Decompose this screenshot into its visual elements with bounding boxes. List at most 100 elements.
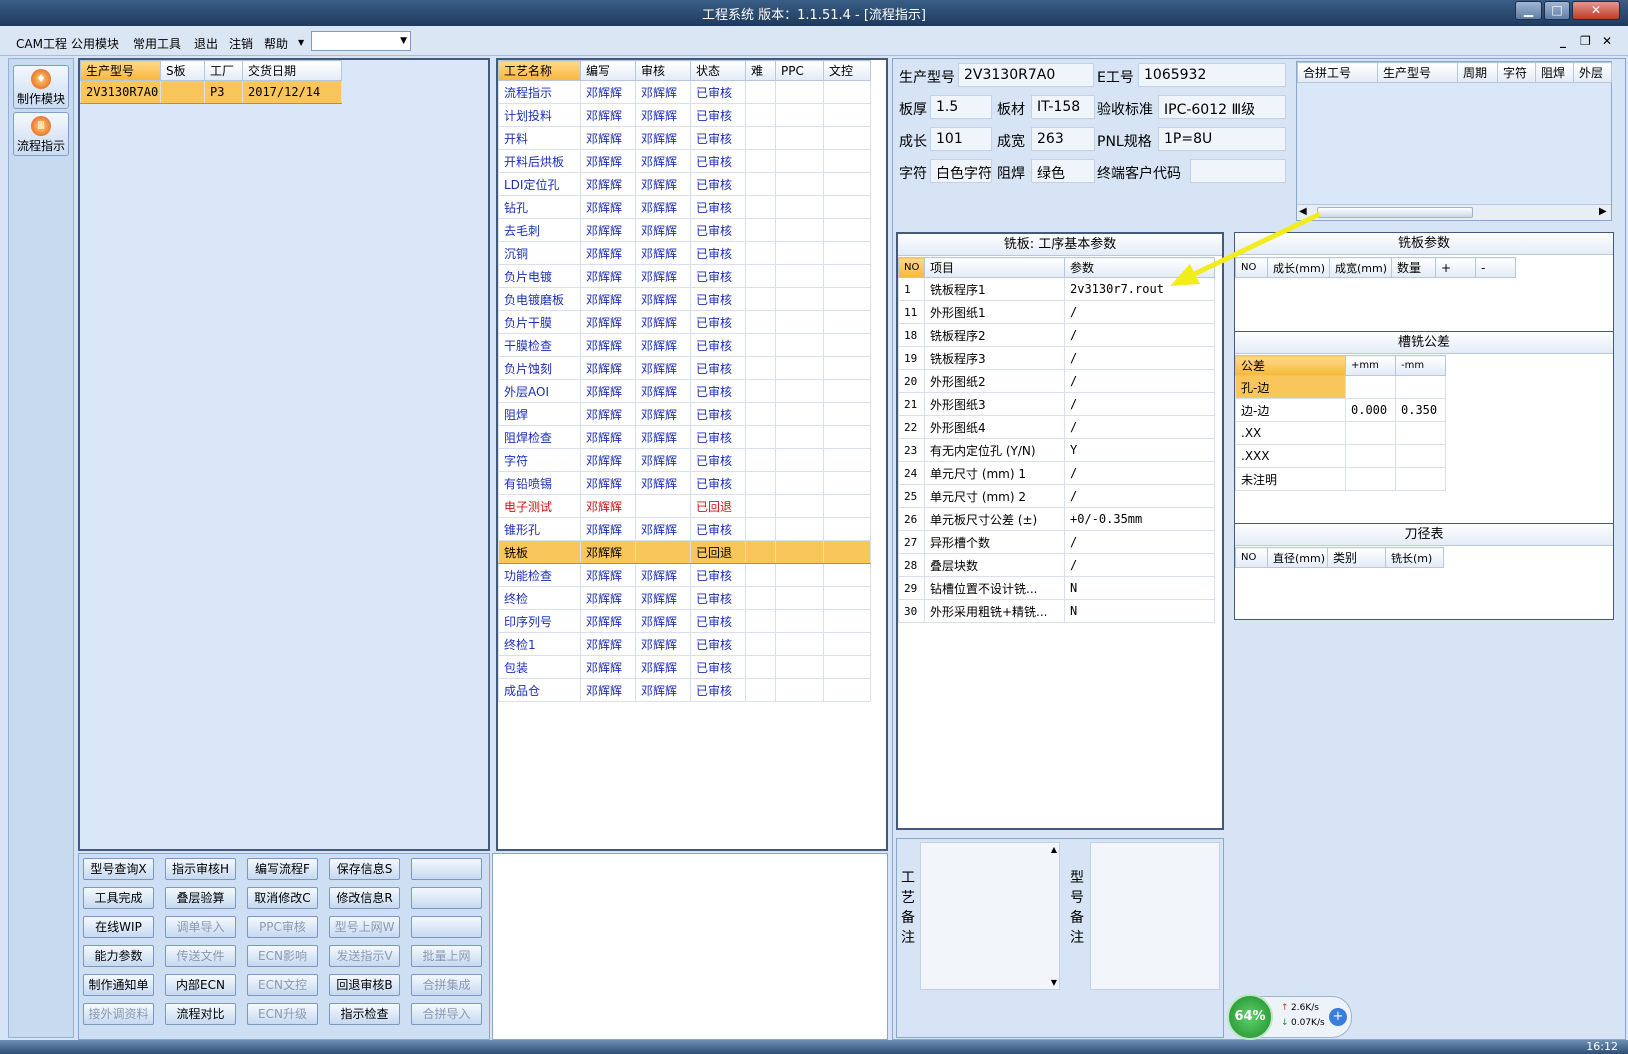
table-row[interactable]: 阻焊 邓辉辉 邓辉辉 已审核 bbox=[498, 402, 871, 426]
action-button[interactable]: 回退审核B bbox=[329, 974, 400, 996]
table-row[interactable]: 计划投料 邓辉辉 邓辉辉 已审核 bbox=[498, 103, 871, 127]
merge-header-model[interactable]: 生产型号 bbox=[1377, 62, 1458, 83]
table-row[interactable]: 23 有无内定位孔 (Y/N) Y bbox=[898, 438, 1215, 462]
table-row[interactable]: 24 单元尺寸 (mm) 1/ bbox=[898, 461, 1215, 485]
process-header-status[interactable]: 状态 bbox=[690, 60, 746, 81]
process-header-author[interactable]: 编写 bbox=[580, 60, 636, 81]
menu-cam[interactable]: CAM工程 bbox=[16, 35, 67, 52]
pnl-field[interactable]: 1P=8U bbox=[1158, 127, 1286, 151]
action-button[interactable]: 指示审核H bbox=[165, 858, 236, 880]
action-button[interactable]: 指示检查 bbox=[329, 1003, 400, 1025]
order-header-date[interactable]: 交货日期 bbox=[242, 60, 342, 81]
table-row[interactable]: 21 外形图纸3/ bbox=[898, 392, 1215, 416]
flow-guide-button[interactable]: Ⅲ 流程指示 bbox=[13, 112, 69, 156]
mill-header-width[interactable]: 成宽(mm) bbox=[1329, 257, 1392, 278]
action-button[interactable]: 叠层验算 bbox=[165, 887, 236, 909]
table-row[interactable]: 18 铣板程序2/ bbox=[898, 323, 1215, 347]
customer-field[interactable] bbox=[1190, 159, 1286, 183]
table-row[interactable]: 成品仓 邓辉辉 邓辉辉 已审核 bbox=[498, 678, 871, 702]
char-field[interactable]: 白色字符 bbox=[930, 159, 992, 183]
table-row[interactable]: LDI定位孔 邓辉辉 邓辉辉 已审核 bbox=[498, 172, 871, 196]
action-button[interactable]: 流程对比 bbox=[165, 1003, 236, 1025]
table-row[interactable]: 印序列号 邓辉辉 邓辉辉 已审核 bbox=[498, 609, 871, 633]
network-speed-widget[interactable]: 64% ↑ 2.6K/s ↓ 0.07K/s + bbox=[1227, 994, 1352, 1040]
mdi-close-icon[interactable]: ✕ bbox=[1602, 34, 1612, 48]
menu-logout[interactable]: 注销 bbox=[229, 35, 253, 52]
action-button[interactable]: 型号上网W bbox=[329, 916, 400, 938]
table-row[interactable]: 功能检查 邓辉辉 邓辉辉 已审核 bbox=[498, 563, 871, 587]
table-row[interactable]: 2V3130R7A0 P3 2017/12/14 bbox=[80, 80, 342, 104]
table-row[interactable]: .XXX bbox=[1235, 444, 1446, 468]
order-header-factory[interactable]: 工厂 bbox=[204, 60, 243, 81]
action-button[interactable]: ECN升级 bbox=[247, 1003, 318, 1025]
action-button[interactable]: ECN文控 bbox=[247, 974, 318, 996]
slot-header-tol[interactable]: 公差 bbox=[1235, 355, 1346, 376]
process-header-ppc[interactable]: PPC bbox=[775, 60, 824, 81]
table-row[interactable]: 未注明 bbox=[1235, 467, 1446, 491]
thickness-field[interactable]: 1.5 bbox=[930, 95, 992, 119]
model-field[interactable]: 2V3130R7A0 bbox=[958, 63, 1094, 87]
table-row[interactable]: .XX bbox=[1235, 421, 1446, 445]
table-row[interactable]: 负片干膜 邓辉辉 邓辉辉 已审核 bbox=[498, 310, 871, 334]
mdi-restore-icon[interactable]: ❐ bbox=[1580, 34, 1591, 48]
action-button[interactable] bbox=[411, 887, 482, 909]
table-row[interactable]: 20 外形图纸2/ bbox=[898, 369, 1215, 393]
mill-header-qty[interactable]: 数量 bbox=[1391, 257, 1436, 278]
merge-header-period[interactable]: 周期 bbox=[1457, 62, 1498, 83]
action-button[interactable]: 批量上网 bbox=[411, 945, 482, 967]
maximize-button[interactable]: □ bbox=[1544, 1, 1570, 20]
process-header-difficulty[interactable]: 难 bbox=[745, 60, 776, 81]
process-header-name[interactable]: 工艺名称 bbox=[498, 60, 581, 81]
order-header-model[interactable]: 生产型号 bbox=[80, 60, 161, 81]
table-row[interactable]: 流程指示 邓辉辉 邓辉辉 已审核 bbox=[498, 80, 871, 104]
action-button[interactable] bbox=[411, 858, 482, 880]
menu-combo-box[interactable]: ▼ bbox=[311, 31, 411, 51]
model-note-textarea[interactable] bbox=[1090, 842, 1220, 990]
action-button[interactable]: 工具完成 bbox=[83, 887, 154, 909]
action-button[interactable]: 制作通知单 bbox=[83, 974, 154, 996]
minimize-button[interactable]: ▁ bbox=[1515, 1, 1542, 20]
table-row[interactable]: 29 钻槽位置不设计铣... N bbox=[898, 576, 1215, 600]
horizontal-scrollbar[interactable]: ◀ ▶ bbox=[1297, 204, 1611, 220]
table-row[interactable]: 开料后烘板 邓辉辉 邓辉辉 已审核 bbox=[498, 149, 871, 173]
table-row[interactable]: 25 单元尺寸 (mm) 2/ bbox=[898, 484, 1215, 508]
action-button[interactable]: 合拼集成 bbox=[411, 974, 482, 996]
eno-field[interactable]: 1065932 bbox=[1138, 63, 1286, 87]
tool-header-type[interactable]: 类别 bbox=[1327, 547, 1386, 568]
menu-help[interactable]: 帮助 bbox=[264, 35, 288, 52]
table-row[interactable]: 阻焊检查 邓辉辉 邓辉辉 已审核 bbox=[498, 425, 871, 449]
table-row[interactable]: 沉铜 邓辉辉 邓辉辉 已审核 bbox=[498, 241, 871, 265]
table-row[interactable]: 开料 邓辉辉 邓辉辉 已审核 bbox=[498, 126, 871, 150]
action-button[interactable]: 内部ECN bbox=[165, 974, 236, 996]
table-row[interactable]: 钻孔 邓辉辉 邓辉辉 已审核 bbox=[498, 195, 871, 219]
table-row[interactable]: 外层AOI 邓辉辉 邓辉辉 已审核 bbox=[498, 379, 871, 403]
table-row[interactable]: 30 外形采用粗铣+精铣... N bbox=[898, 599, 1215, 623]
table-row[interactable]: 负电镀磨板 邓辉辉 邓辉辉 已审核 bbox=[498, 287, 871, 311]
action-button[interactable]: PPC审核 bbox=[247, 916, 318, 938]
scroll-down-icon[interactable]: ▼ bbox=[1051, 978, 1057, 987]
action-button[interactable] bbox=[411, 916, 482, 938]
scroll-up-icon[interactable]: ▲ bbox=[1051, 845, 1057, 854]
standard-field[interactable]: IPC-6012 Ⅲ级 bbox=[1158, 95, 1286, 119]
tool-header-mill-length[interactable]: 铣长(m) bbox=[1385, 547, 1444, 568]
scrollbar-thumb[interactable] bbox=[1317, 207, 1473, 218]
action-button[interactable]: 型号查询X bbox=[83, 858, 154, 880]
table-row[interactable]: 22 外形图纸4/ bbox=[898, 415, 1215, 439]
material-field[interactable]: IT-158 bbox=[1031, 95, 1095, 119]
action-button[interactable]: 保存信息S bbox=[329, 858, 400, 880]
action-button[interactable]: 合拼导入 bbox=[411, 1003, 482, 1025]
table-row[interactable]: 锥形孔 邓辉辉 邓辉辉 已审核 bbox=[498, 517, 871, 541]
mdi-minimize-icon[interactable]: _ bbox=[1560, 34, 1566, 48]
table-row[interactable]: 字符 邓辉辉 邓辉辉 已审核 bbox=[498, 448, 871, 472]
params-header-no[interactable]: NO bbox=[898, 257, 925, 278]
width-field[interactable]: 263 bbox=[1031, 127, 1095, 151]
merge-header-char[interactable]: 字符 bbox=[1497, 62, 1536, 83]
plus-icon[interactable]: + bbox=[1329, 1008, 1347, 1026]
action-button[interactable]: 取消修改C bbox=[247, 887, 318, 909]
menu-common-tools[interactable]: 常用工具 bbox=[133, 35, 181, 52]
table-row[interactable]: 包装 邓辉辉 邓辉辉 已审核 bbox=[498, 655, 871, 679]
process-header-reviewer[interactable]: 审核 bbox=[635, 60, 691, 81]
table-row[interactable]: 负片蚀刻 邓辉辉 邓辉辉 已审核 bbox=[498, 356, 871, 380]
table-row[interactable]: 26 单元板尺寸公差 (±) +0/-0.35mm bbox=[898, 507, 1215, 531]
params-header-item[interactable]: 项目 bbox=[924, 257, 1065, 278]
